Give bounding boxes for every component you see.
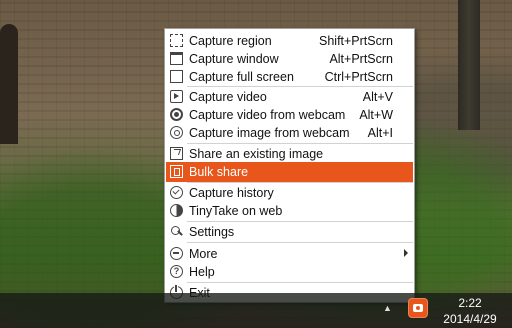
- help-icon: ?: [170, 265, 183, 278]
- menu-item-shortcut: Alt+I: [367, 126, 393, 140]
- menu-item-shortcut: Shift+PrtScrn: [319, 34, 393, 48]
- menu-item-label: Capture video: [189, 90, 267, 104]
- web-icon: [170, 204, 183, 217]
- menu-item-label: Settings: [189, 225, 235, 239]
- history-icon: [170, 186, 183, 199]
- menu-item-tinytake-on-web[interactable]: TinyTake on web: [166, 201, 413, 221]
- menu-item-label: More: [189, 247, 218, 261]
- menu-item-label: Capture full screen: [189, 70, 294, 84]
- tinytake-context-menu: Capture region Shift+PrtScrn Capture win…: [164, 28, 415, 303]
- share-image-icon: [170, 147, 183, 160]
- submenu-arrow-icon: [404, 249, 408, 257]
- menu-item-share-existing-image[interactable]: Share an existing image: [166, 144, 413, 164]
- menu-item-label: Capture image from webcam: [189, 126, 350, 140]
- window-icon: [170, 52, 183, 65]
- menu-item-shortcut: Alt+W: [359, 108, 393, 122]
- menu-item-label: Share an existing image: [189, 147, 324, 161]
- menu-item-capture-history[interactable]: Capture history: [166, 183, 413, 203]
- menu-item-shortcut: Ctrl+PrtScrn: [324, 70, 393, 84]
- bulk-share-icon: [170, 165, 183, 178]
- wallpaper-tree: [458, 0, 480, 130]
- menu-item-shortcut: Alt+V: [362, 90, 393, 104]
- menu-item-help[interactable]: ? Help: [166, 262, 413, 282]
- webcam-video-icon: [170, 108, 183, 121]
- more-icon: [170, 247, 183, 260]
- menu-item-capture-video[interactable]: Capture video Alt+V: [166, 87, 413, 107]
- video-icon: [170, 90, 183, 103]
- menu-item-capture-video-webcam[interactable]: Capture video from webcam Alt+W: [166, 105, 413, 125]
- menu-item-capture-full-screen[interactable]: Capture full screen Ctrl+PrtScrn: [166, 67, 413, 87]
- menu-item-bulk-share[interactable]: Bulk share: [166, 162, 413, 182]
- menu-item-label: Capture history: [189, 186, 274, 200]
- menu-separator: [187, 242, 413, 243]
- clock-time: 2:22: [458, 296, 482, 310]
- menu-item-label: Capture video from webcam: [189, 108, 346, 122]
- menu-item-label: TinyTake on web: [189, 204, 283, 218]
- menu-item-capture-window[interactable]: Capture window Alt+PrtScrn: [166, 49, 413, 69]
- menu-item-settings[interactable]: Settings: [166, 222, 413, 242]
- taskbar-clock[interactable]: 2:22 2014/4/29: [430, 295, 510, 327]
- menu-item-label: Bulk share: [189, 165, 249, 179]
- wallpaper-arch: [0, 24, 18, 144]
- menu-item-capture-image-webcam[interactable]: Capture image from webcam Alt+I: [166, 123, 413, 143]
- show-hidden-icons-arrow-icon[interactable]: ▲: [383, 303, 393, 313]
- clock-date: 2014/4/29: [443, 312, 497, 326]
- menu-item-label: Help: [189, 265, 215, 279]
- menu-item-capture-region[interactable]: Capture region Shift+PrtScrn: [166, 31, 413, 51]
- settings-icon: [170, 225, 183, 238]
- menu-item-shortcut: Alt+PrtScrn: [329, 52, 393, 66]
- fullscreen-icon: [170, 70, 183, 83]
- tinytake-tray-icon[interactable]: [408, 298, 428, 318]
- region-icon: [170, 34, 183, 47]
- menu-item-more[interactable]: More: [166, 244, 413, 264]
- menu-item-label: Capture region: [189, 34, 272, 48]
- menu-item-label: Capture window: [189, 52, 279, 66]
- webcam-image-icon: [170, 126, 183, 139]
